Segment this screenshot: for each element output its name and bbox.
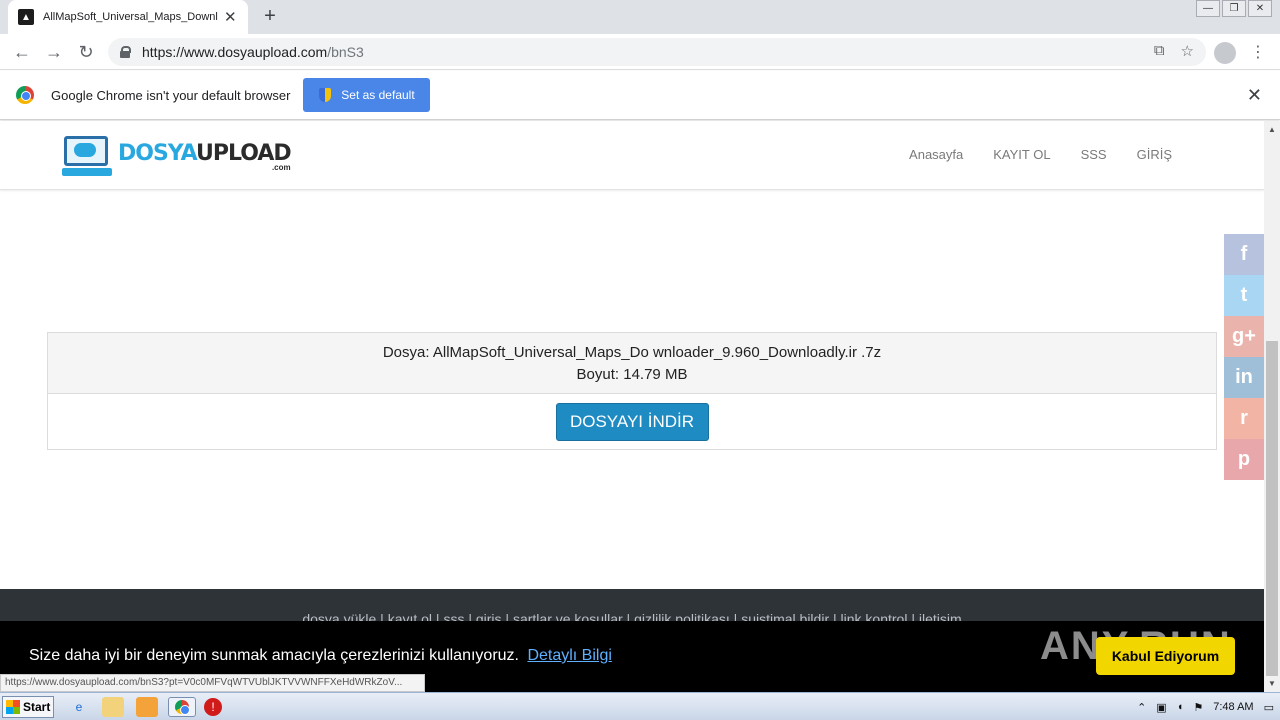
file-name: Dosya: AllMapSoft_Universal_Maps_Do wnlo… — [382, 344, 882, 361]
nav-faq[interactable]: SSS — [1081, 147, 1107, 162]
system-tray: ⌃ ▣ ◖ ⚑ 7:48 AM ▭ — [1137, 693, 1280, 720]
lock-icon[interactable] — [120, 46, 131, 58]
windows-flag-icon — [6, 700, 20, 714]
browser-tab[interactable]: ▲ AllMapSoft_Universal_Maps_Downlo ✕ — [8, 0, 248, 34]
chrome-logo-icon — [16, 86, 34, 104]
status-bar-url: https://www.dosyaupload.com/bnS3?pt=V0c0… — [0, 674, 425, 692]
infobar-message: Google Chrome isn't your default browser — [51, 87, 291, 103]
download-file-button[interactable]: DOSYAYI İNDİR — [555, 403, 709, 441]
logo-text: DOSYAUPLOAD — [118, 140, 292, 166]
social-share-bar: f t g+ in r p — [1224, 234, 1264, 480]
twitter-share-icon[interactable]: t — [1224, 275, 1264, 316]
googleplus-share-icon[interactable]: g+ — [1224, 316, 1264, 357]
bookmark-star-icon[interactable]: ☆ — [1181, 42, 1194, 60]
page-scrollbar[interactable]: ▲ ▼ — [1264, 121, 1280, 692]
chrome-taskbar-icon[interactable] — [168, 697, 196, 717]
logo-cloud-monitor-icon — [62, 136, 112, 178]
site-header: DOSYAUPLOAD .com Anasayfa KAYIT OL SSS G… — [0, 121, 1264, 190]
profile-avatar-icon[interactable] — [1214, 42, 1236, 64]
stop-app-icon[interactable]: ! — [204, 698, 222, 716]
tab-title: AllMapSoft_Universal_Maps_Downlo — [43, 11, 218, 23]
scroll-down-icon[interactable]: ▼ — [1268, 679, 1276, 688]
chrome-taskbar-logo-icon — [175, 700, 190, 715]
browser-toolbar: ← → ↻ https://www.dosyaupload.com/bnS3 ⧉… — [0, 34, 1280, 70]
set-as-default-label: Set as default — [341, 88, 415, 102]
reload-button[interactable]: ↻ — [74, 40, 98, 64]
uac-shield-icon — [319, 88, 332, 102]
file-info-header: Dosya: AllMapSoft_Universal_Maps_Do wnlo… — [48, 333, 1216, 394]
nav-login[interactable]: GİRİŞ — [1137, 147, 1172, 162]
back-button[interactable]: ← — [10, 40, 34, 64]
site-nav: Anasayfa KAYIT OL SSS GİRİŞ — [909, 147, 1172, 162]
pinterest-share-icon[interactable]: p — [1224, 439, 1264, 480]
set-as-default-button[interactable]: Set as default — [303, 78, 431, 112]
network-icon[interactable]: ▣ — [1156, 701, 1166, 714]
linkedin-share-icon[interactable]: in — [1224, 357, 1264, 398]
cookie-more-link[interactable]: Detaylı Bilgi — [527, 647, 611, 664]
scrollbar-thumb[interactable] — [1266, 341, 1278, 676]
restore-button[interactable]: ❐ — [1222, 0, 1246, 17]
new-tab-button[interactable]: + — [259, 4, 281, 28]
file-info-box: Dosya: AllMapSoft_Universal_Maps_Do wnlo… — [47, 332, 1217, 450]
page-viewport: DOSYAUPLOAD .com Anasayfa KAYIT OL SSS G… — [0, 121, 1264, 692]
media-player-icon[interactable] — [136, 697, 158, 717]
translate-icon[interactable]: ⧉ — [1154, 42, 1165, 60]
address-url: https://www.dosyaupload.com/bnS3 — [142, 44, 364, 60]
address-bar[interactable]: https://www.dosyaupload.com/bnS3 ⧉ ☆ — [108, 38, 1206, 66]
action-center-flag-icon[interactable]: ⚑ — [1193, 701, 1203, 714]
cookie-message: Size daha iyi bir deneyim sunmak amacıyl… — [29, 647, 519, 664]
scroll-up-icon[interactable]: ▲ — [1268, 125, 1276, 134]
cookie-accept-button[interactable]: Kabul Ediyorum — [1096, 637, 1235, 675]
nav-home[interactable]: Anasayfa — [909, 147, 963, 162]
browser-titlebar: ▲ AllMapSoft_Universal_Maps_Downlo ✕ + —… — [0, 0, 1280, 34]
omnibox-actions: ⧉ ☆ — [1154, 42, 1194, 60]
clock[interactable]: 7:48 AM — [1213, 701, 1253, 713]
window-close-button[interactable]: ✕ — [1248, 0, 1272, 17]
chrome-menu-icon[interactable]: ⋮ — [1250, 42, 1266, 62]
internet-explorer-icon[interactable]: e — [68, 697, 90, 717]
url-host: https://www.dosyaupload.com — [142, 44, 328, 60]
reddit-share-icon[interactable]: r — [1224, 398, 1264, 439]
show-desktop-icon[interactable]: ▭ — [1264, 701, 1274, 714]
file-download-area: DOSYAYI İNDİR — [48, 394, 1216, 450]
windows-taskbar: Start e ! ⌃ ▣ ◖ ⚑ 7:48 AM ▭ — [0, 692, 1280, 720]
start-label: Start — [23, 700, 51, 714]
default-browser-infobar: Google Chrome isn't your default browser… — [0, 71, 1280, 120]
tab-close-icon[interactable]: ✕ — [224, 8, 237, 26]
forward-button[interactable]: → — [42, 40, 66, 64]
infobar-close-icon[interactable]: ✕ — [1247, 85, 1262, 106]
tray-expand-icon[interactable]: ⌃ — [1137, 701, 1146, 714]
minimize-button[interactable]: — — [1196, 0, 1220, 17]
nav-register[interactable]: KAYIT OL — [993, 147, 1050, 162]
url-path: /bnS3 — [327, 44, 364, 60]
window-controls: — ❐ ✕ — [1196, 0, 1272, 17]
start-button[interactable]: Start — [2, 696, 54, 718]
file-size: Boyut: 14.79 MB — [576, 366, 688, 383]
cookie-text-wrapper: Size daha iyi bir deneyim sunmak amacıyl… — [29, 647, 612, 665]
file-explorer-icon[interactable] — [102, 697, 124, 717]
site-favicon-icon: ▲ — [18, 9, 34, 25]
site-logo[interactable]: DOSYAUPLOAD .com — [62, 136, 292, 178]
facebook-share-icon[interactable]: f — [1224, 234, 1264, 275]
volume-icon[interactable]: ◖ — [1177, 701, 1184, 713]
